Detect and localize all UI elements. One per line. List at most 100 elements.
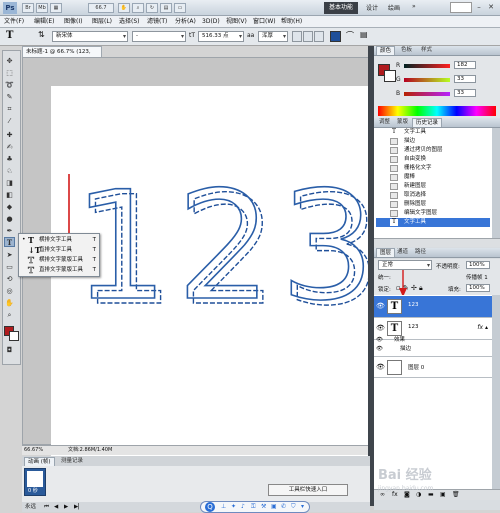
type-tool-icon[interactable]: T	[4, 237, 15, 247]
more-icon[interactable]: ▾	[301, 503, 304, 510]
antialias-select[interactable]: 浑厚	[258, 31, 288, 42]
workspace-painting[interactable]: 绘画	[388, 3, 400, 12]
workspace-design[interactable]: 设计	[366, 3, 378, 12]
minimize-button[interactable]: –	[474, 2, 484, 13]
pin-icon[interactable]: ⊥	[221, 503, 226, 510]
blur-tool-icon[interactable]: ◆	[4, 202, 15, 212]
loop-select[interactable]: 永远	[25, 502, 36, 512]
history-item[interactable]: 删除图层	[376, 200, 490, 209]
history-item[interactable]: 自由变换	[376, 155, 490, 164]
search-icon[interactable]: Q	[205, 502, 215, 512]
close-button[interactable]: ✕	[486, 2, 496, 13]
hand-tool-icon[interactable]: ✋	[4, 298, 15, 308]
canvas[interactable]: 123 123	[51, 86, 387, 475]
history-item[interactable]: 新建图层	[376, 182, 490, 191]
history-item[interactable]: 编辑文字图层	[376, 209, 490, 218]
blend-mode-select[interactable]: 正常	[378, 260, 432, 270]
layer-stroke-effect-row[interactable]: 👁︎ 描边	[374, 345, 492, 354]
path-select-tool-icon[interactable]: ➤	[4, 250, 15, 260]
arrange-documents-icon[interactable]: ▤	[160, 3, 172, 13]
screen-mode-icon[interactable]: ▭	[174, 3, 186, 13]
opacity-input[interactable]: 100%	[466, 261, 490, 269]
key-icon[interactable]: ⚿	[251, 503, 256, 511]
animation-frame-1[interactable]: 0 秒	[24, 468, 46, 496]
color-spectrum-bar[interactable]	[378, 106, 496, 116]
history-item[interactable]: 取消选择	[376, 191, 490, 200]
visibility-eye-icon[interactable]: 👁︎	[376, 324, 385, 332]
lasso-tool-icon[interactable]: ➰	[4, 80, 15, 90]
red-channel-slider[interactable]	[404, 64, 450, 68]
visibility-eye-icon[interactable]: 👁︎	[376, 302, 385, 310]
tab-swatches[interactable]: 色板	[398, 46, 415, 55]
eraser-tool-icon[interactable]: ◨	[4, 178, 15, 188]
bridge-icon[interactable]: Br	[22, 3, 34, 13]
warp-text-icon[interactable]: ⌒	[346, 30, 354, 41]
menu-view[interactable]: 视图(V)	[226, 17, 247, 27]
crop-tool-icon[interactable]: ⌗	[4, 104, 15, 114]
tab-paths[interactable]: 路径	[412, 248, 429, 257]
lock-all-icon[interactable]: 🔒︎	[419, 284, 423, 293]
layer-effects-row[interactable]: 👁︎ 效果	[374, 336, 492, 345]
align-left-icon[interactable]	[292, 31, 302, 42]
3d-orbit-tool-icon[interactable]: ◎	[4, 286, 15, 296]
tab-styles[interactable]: 样式	[418, 46, 435, 55]
propagate-frame-checkbox[interactable]: 传播帧 1	[466, 273, 488, 281]
move-tool-icon[interactable]: ✥	[4, 56, 15, 66]
green-channel-value[interactable]: 33	[454, 75, 476, 83]
zoom-icon[interactable]: ⌕	[132, 3, 144, 13]
history-scrollbar[interactable]	[492, 128, 500, 238]
history-brush-icon[interactable]: ♘	[4, 166, 15, 176]
layer-row[interactable]: 👁︎ 图层 0	[374, 356, 492, 378]
first-frame-icon[interactable]: ⏮	[44, 502, 49, 512]
frame-delay[interactable]: 0 秒	[28, 487, 38, 494]
thumb-icon[interactable]: ✦	[231, 503, 236, 510]
tab-layers[interactable]: 图层	[376, 248, 396, 257]
font-size-select[interactable]: 516.33 点	[198, 31, 244, 42]
font-style-select[interactable]: -	[132, 31, 186, 42]
menu-file[interactable]: 文件(F)	[4, 17, 24, 27]
flyout-item-horizontal-type[interactable]: • T 横排文字工具 T	[21, 235, 99, 245]
green-channel-slider[interactable]	[404, 78, 450, 82]
visibility-eye-icon[interactable]: 👁︎	[376, 363, 385, 371]
blue-channel-slider[interactable]	[404, 92, 450, 96]
tab-channels[interactable]: 通道	[394, 248, 411, 257]
menu-select[interactable]: 选择(S)	[119, 17, 140, 27]
history-item[interactable]: 魔棒	[376, 173, 490, 182]
character-panel-icon[interactable]: ▤	[360, 30, 368, 39]
zoom-level[interactable]: 66.7	[88, 3, 114, 13]
menu-filter[interactable]: 滤镜(T)	[147, 17, 167, 27]
gradient-tool-icon[interactable]: ◧	[4, 190, 15, 200]
menu-image[interactable]: 图像(I)	[64, 17, 82, 27]
history-item[interactable]: T 文字工具	[376, 128, 490, 137]
flyout-item-vertical-type-mask[interactable]: T 直排文字蒙版工具 T	[21, 265, 99, 276]
color-panel-background-swatch[interactable]	[384, 70, 396, 82]
3d-rotate-tool-icon[interactable]: ⟲	[4, 274, 15, 284]
history-item-selected[interactable]: T 文字工具	[376, 218, 490, 227]
view-extras-icon[interactable]: ▦	[50, 3, 62, 13]
text-orientation-icon[interactable]: ⇅	[38, 30, 45, 39]
marquee-tool-icon[interactable]: ⬚	[4, 68, 15, 78]
fx-icon[interactable]: fx ▴	[477, 324, 488, 331]
layers-scrollbar[interactable]	[492, 295, 500, 489]
blue-channel-value[interactable]: 33	[454, 89, 476, 97]
next-frame-icon[interactable]: ▶▏	[74, 502, 82, 512]
mini-bridge-icon[interactable]: Mb	[36, 3, 48, 13]
history-item[interactable]: 描边	[376, 137, 490, 146]
tab-animation[interactable]: 动画 (帧)	[24, 457, 55, 466]
workspace-essentials-button[interactable]: 基本功能	[324, 2, 358, 14]
more-workspaces[interactable]: »	[412, 3, 416, 10]
play-icon[interactable]: ▶	[64, 502, 68, 512]
flyout-item-horizontal-type-mask[interactable]: T 横排文字蒙版工具 T	[21, 255, 99, 266]
prev-frame-icon[interactable]: ◀	[54, 502, 58, 512]
align-right-icon[interactable]	[314, 31, 324, 42]
brush-tool-icon[interactable]: ✍	[4, 142, 15, 152]
quick-mask-icon[interactable]: ◘	[4, 345, 15, 355]
layer-row-selected[interactable]: 👁︎ T 123	[374, 296, 492, 318]
background-color-swatch[interactable]	[9, 331, 19, 341]
font-family-select[interactable]: 新宋体	[52, 31, 128, 42]
phone-icon[interactable]: ✆	[281, 503, 286, 510]
healing-brush-icon[interactable]: ✚	[4, 130, 15, 140]
eyedropper-tool-icon[interactable]: ⁄	[4, 116, 15, 126]
pen-tool-icon[interactable]: ✒	[4, 226, 15, 236]
document-tab[interactable]: 未标题-1 @ 66.7% (123, RGB/8) *	[22, 46, 102, 65]
